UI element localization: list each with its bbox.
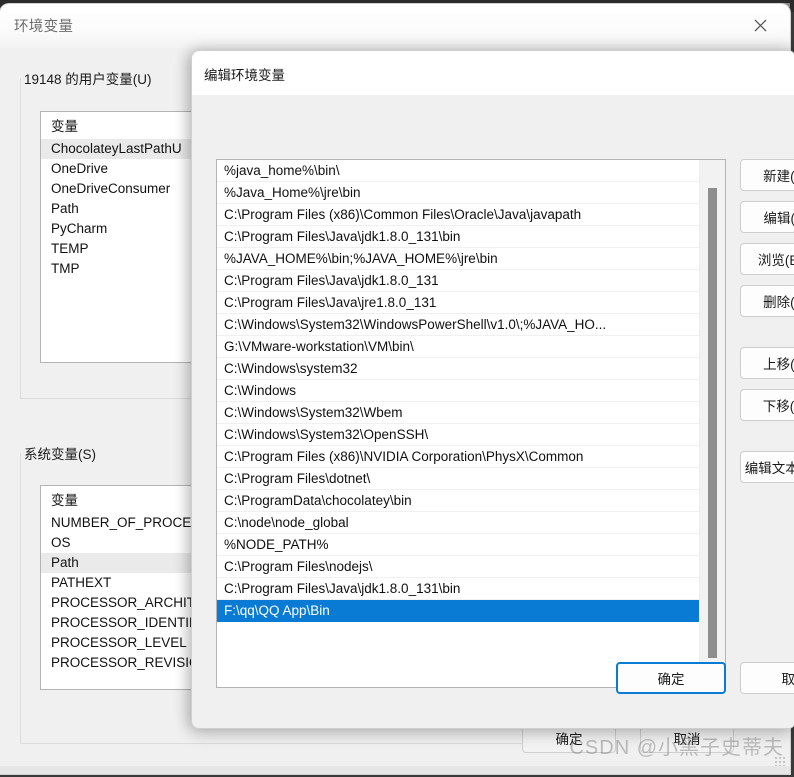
path-row[interactable]: C:\Program Files\Java\jdk1.8.0_131\bin (217, 578, 699, 600)
path-row[interactable]: C:\Program Files\Java\jdk1.8.0_131 (217, 270, 699, 292)
path-row[interactable]: C:\Windows\System32\Wbem (217, 402, 699, 424)
path-row[interactable]: C:\Program Files\Java\jre1.8.0_131 (217, 292, 699, 314)
edit-dialog-titlebar: 编辑环境变量 (192, 51, 794, 95)
path-row[interactable]: C:\Program Files\nodejs\ (217, 556, 699, 578)
edit-button[interactable]: 编辑(E) (740, 201, 794, 233)
path-row[interactable]: %JAVA_HOME%\bin;%JAVA_HOME%\jre\bin (217, 248, 699, 270)
path-row[interactable]: C:\Windows\System32\WindowsPowerShell\v1… (217, 314, 699, 336)
window-statusbar (0, 766, 790, 774)
path-row[interactable]: C:\Windows\System32\OpenSSH\ (217, 424, 699, 446)
path-row-selected[interactable]: F:\qq\QQ App\Bin (217, 600, 699, 622)
path-row[interactable]: C:\Program Files (x86)\NVIDIA Corporatio… (217, 446, 699, 468)
path-entries-listbox[interactable]: %java_home%\bin\ %Java_Home%\jre\bin C:\Pr… (216, 159, 726, 688)
window-titlebar: 环境变量 (0, 4, 790, 48)
delete-button[interactable]: 删除(D) (740, 285, 794, 317)
new-button[interactable]: 新建(N) (740, 159, 794, 191)
move-up-button[interactable]: 上移(U) (740, 347, 794, 379)
edit-dialog-body: %java_home%\bin\ %Java_Home%\jre\bin C:\Pr… (192, 95, 794, 728)
path-row[interactable]: %NODE_PATH% (217, 534, 699, 556)
path-list-scrollbar[interactable] (699, 160, 725, 687)
path-row[interactable]: %Java_Home%\jre\bin (217, 182, 699, 204)
path-list-scroll-thumb[interactable] (708, 188, 717, 658)
path-row[interactable]: C:\Program Files (x86)\Common Files\Orac… (217, 204, 699, 226)
browse-button[interactable]: 浏览(B)... (740, 243, 794, 275)
edit-dialog-cancel-button[interactable]: 取消 (740, 662, 794, 694)
path-row[interactable]: C:\ProgramData\chocolatey\bin (217, 490, 699, 512)
path-row[interactable]: C:\node\node_global (217, 512, 699, 534)
edit-dialog-title: 编辑环境变量 (204, 68, 285, 83)
path-row[interactable]: C:\Windows (217, 380, 699, 402)
path-row[interactable]: C:\Windows\system32 (217, 358, 699, 380)
path-row[interactable]: C:\Program Files\Java\jdk1.8.0_131\bin (217, 226, 699, 248)
path-row[interactable]: G:\VMware-workstation\VM\bin\ (217, 336, 699, 358)
path-row[interactable]: %java_home%\bin\ (217, 160, 699, 182)
page-title: 环境变量 (14, 19, 74, 35)
edit-text-button[interactable]: 编辑文本(T)... (740, 451, 794, 483)
move-down-button[interactable]: 下移(O) (740, 389, 794, 421)
path-entries-rows: %java_home%\bin\ %Java_Home%\jre\bin C:\Pr… (217, 160, 699, 622)
close-icon[interactable] (738, 8, 782, 42)
edit-environment-variable-dialog: 编辑环境变量 %java_home%\bin\ %Java_Home%\jre\b… (191, 50, 794, 729)
edit-dialog-ok-button[interactable]: 确定 (616, 662, 726, 694)
path-row[interactable]: C:\Program Files\dotnet\ (217, 468, 699, 490)
